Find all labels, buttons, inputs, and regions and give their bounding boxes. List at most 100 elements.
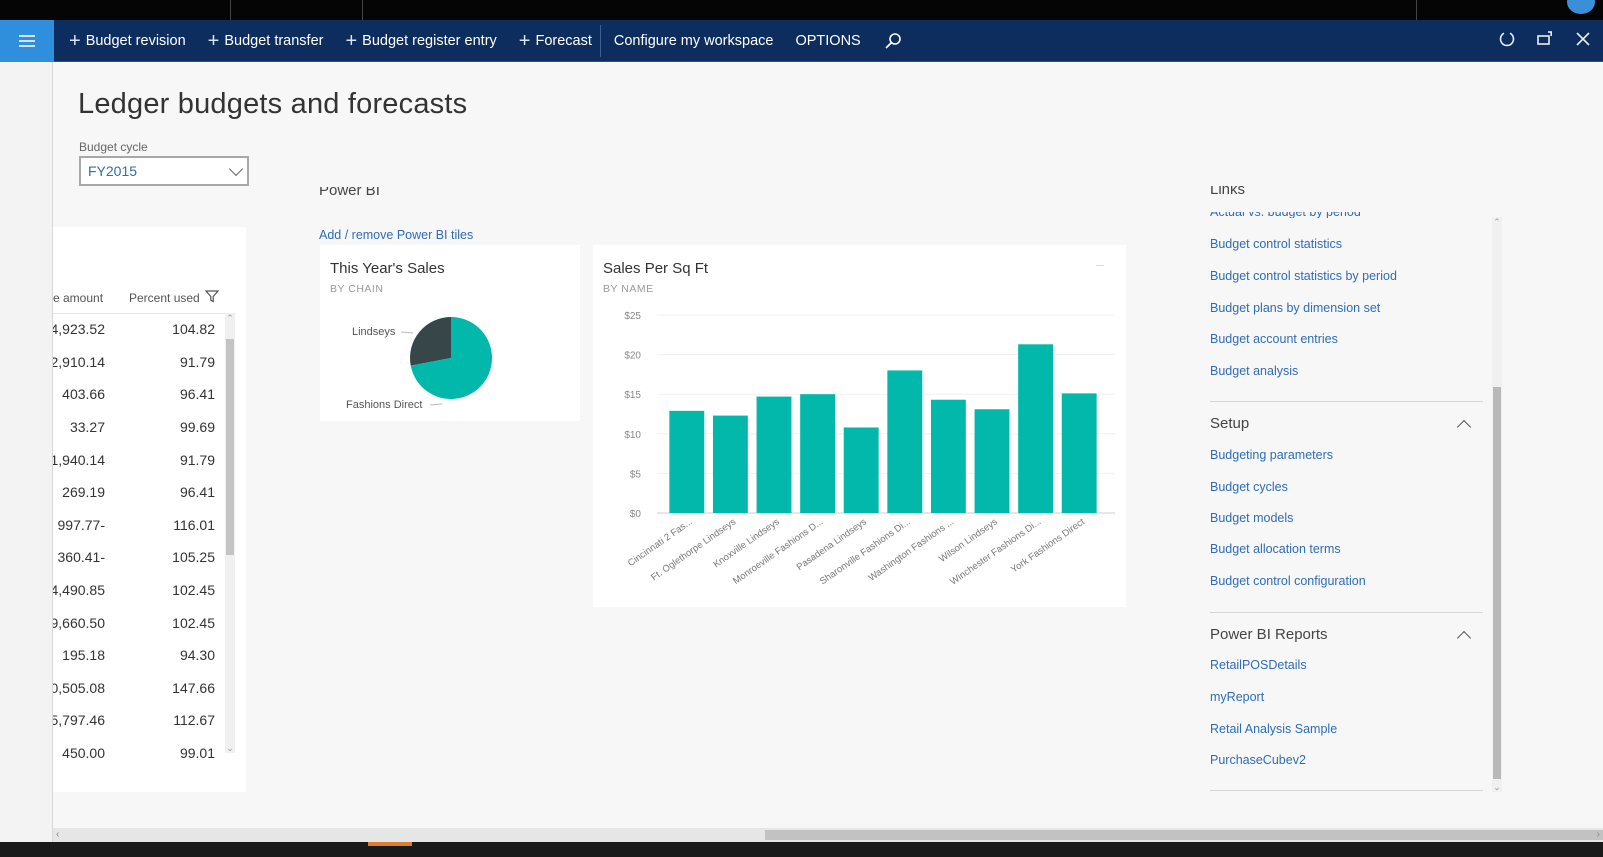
link-myreport[interactable]: myReport: [1210, 690, 1264, 704]
table-row[interactable]: 33.27 99.69: [53, 411, 225, 444]
link-budget-control-configuration[interactable]: Budget control configuration: [1210, 574, 1366, 588]
bar[interactable]: [1061, 393, 1097, 513]
link-purchasecubev2[interactable]: PurchaseCubev2: [1210, 753, 1306, 767]
amount-cell: -997.77: [57, 516, 106, 533]
link-budget-control-statistics-by-period[interactable]: Budget control statistics by period: [1210, 269, 1397, 283]
scroll-down-icon[interactable]: ⌄: [1492, 782, 1502, 792]
link-retail-analysis-sample[interactable]: Retail Analysis Sample: [1210, 722, 1337, 736]
refresh-icon[interactable]: [1497, 30, 1517, 53]
amount-cell: 0,505.08: [53, 679, 105, 696]
link-budget-account-entries[interactable]: Budget account entries: [1210, 332, 1338, 346]
table-row[interactable]: 5,797.46 112.67: [53, 704, 225, 737]
budget-cycle-label: Budget cycle: [79, 140, 148, 154]
percent-used-cell: 102.45: [172, 582, 215, 599]
scrollbar-thumb[interactable]: [1493, 387, 1501, 779]
scroll-up-icon[interactable]: ⌃: [1492, 217, 1502, 227]
bar[interactable]: [974, 409, 1010, 513]
powerbi-tile-this-years-sales[interactable]: This Year's Sales BY CHAIN Lindseys Fashi…: [320, 245, 580, 421]
table-row[interactable]: 9,660.50 102.45: [53, 606, 225, 639]
amount-cell: 5,797.46: [53, 712, 105, 729]
table-row[interactable]: 2,910.14 91.79: [53, 346, 225, 379]
scrollbar-thumb[interactable]: [226, 339, 234, 555]
amount-cell: 269.19: [62, 484, 105, 501]
link-budget-analysis[interactable]: Budget analysis: [1210, 364, 1298, 378]
page-title: Ledger budgets and forecasts: [78, 88, 468, 120]
budget-summary-grid: e amount Percent used 4,923.52 104.82 2,91…: [53, 227, 246, 792]
setup-section-title[interactable]: Setup: [1210, 415, 1249, 432]
scroll-up-icon[interactable]: ⌃: [225, 313, 235, 323]
close-icon[interactable]: [1573, 31, 1593, 52]
bar[interactable]: [756, 396, 792, 513]
percent-used-cell: 112.67: [173, 712, 215, 729]
scroll-down-icon[interactable]: ⌄: [225, 743, 235, 753]
budget-transfer-button[interactable]: + Budget transfer: [197, 20, 335, 62]
percent-used-cell: 94.30: [179, 647, 215, 664]
add-remove-powerbi-tiles-link[interactable]: Add / remove Power BI tiles: [319, 228, 473, 242]
open-new-window-icon[interactable]: [1535, 30, 1555, 53]
link-partial[interactable]: Actual vs. budget by period: [1210, 212, 1361, 218]
powerbi-tile-sales-per-sq-ft[interactable]: Sales Per Sq Ft BY NAME $0 $5 $10 $15 $20 $25…: [593, 245, 1126, 607]
os-top-strip: [0, 0, 1603, 20]
y-tick-label: $20: [624, 351, 641, 362]
section-divider: [1210, 401, 1483, 402]
table-row[interactable]: 4,923.52 104.82: [53, 313, 225, 346]
pie-label: Fashions Direct: [346, 399, 422, 411]
bar[interactable]: [1018, 344, 1054, 513]
budget-register-entry-button[interactable]: + Budget register entry: [334, 20, 507, 62]
link-budget-models[interactable]: Budget models: [1210, 511, 1293, 525]
bar[interactable]: [887, 370, 923, 513]
table-row[interactable]: -360.41 105.25: [53, 541, 225, 574]
workspace-content: Ledger budgets and forecasts Budget cycl…: [53, 62, 1603, 828]
grid-vertical-scrollbar[interactable]: ⌃ ⌄: [225, 313, 235, 753]
bar[interactable]: [712, 415, 748, 513]
user-avatar[interactable]: [1567, 0, 1595, 14]
amount-cell: 450.00: [62, 745, 105, 762]
filter-icon[interactable]: [204, 289, 220, 306]
forecast-button[interactable]: + Forecast: [508, 20, 598, 62]
column-header-amount[interactable]: e amount: [53, 291, 103, 305]
column-header-percent-used[interactable]: Percent used: [129, 291, 200, 305]
link-budget-allocation-terms[interactable]: Budget allocation terms: [1210, 542, 1341, 556]
budget-revision-button[interactable]: + Budget revision: [58, 20, 197, 62]
search-button[interactable]: [872, 20, 914, 62]
amount-cell: 1,940.14: [53, 451, 105, 468]
table-row[interactable]: 450.00 99.01: [53, 737, 225, 770]
navigation-menu-button[interactable]: [0, 19, 54, 62]
table-row[interactable]: 195.18 94.30: [53, 639, 225, 672]
link-retailposdetails[interactable]: RetailPOSDetails: [1210, 658, 1307, 672]
bar[interactable]: [669, 410, 705, 513]
scroll-left-icon[interactable]: ‹: [56, 828, 59, 842]
bar[interactable]: [930, 399, 966, 513]
y-tick-label: $10: [624, 430, 641, 441]
chevron-up-icon[interactable]: [1456, 630, 1472, 646]
table-row[interactable]: -997.77 116.01: [53, 509, 225, 542]
y-tick-label: $0: [630, 509, 642, 520]
table-row[interactable]: 269.19 96.41: [53, 476, 225, 509]
bar[interactable]: [843, 427, 879, 513]
percent-used-cell: 91.79: [179, 451, 215, 468]
table-row[interactable]: 4,490.85 102.45: [53, 574, 225, 607]
scroll-right-icon[interactable]: ›: [1597, 828, 1600, 842]
bar[interactable]: [800, 394, 836, 513]
amount-cell: 4,490.85: [53, 582, 105, 599]
link-budget-cycles[interactable]: Budget cycles: [1210, 480, 1288, 494]
table-row[interactable]: 403.66 96.41: [53, 378, 225, 411]
powerbi-section-heading: Power BI: [319, 187, 380, 199]
budget-cycle-dropdown[interactable]: FY2015: [79, 156, 249, 186]
percent-used-cell: 96.41: [179, 386, 215, 403]
link-budgeting-parameters[interactable]: Budgeting parameters: [1210, 448, 1333, 462]
link-budget-control-statistics[interactable]: Budget control statistics: [1210, 237, 1342, 251]
options-button[interactable]: OPTIONS: [784, 20, 871, 62]
pie-leader-line: [400, 331, 414, 334]
table-row[interactable]: 0,505.08 147.66: [53, 672, 225, 705]
link-budget-plans-by-dimension-set[interactable]: Budget plans by dimension set: [1210, 301, 1380, 315]
plus-icon: +: [69, 29, 81, 52]
table-row[interactable]: 1,940.14 91.79: [53, 443, 225, 476]
chevron-up-icon[interactable]: [1456, 419, 1472, 435]
links-vertical-scrollbar[interactable]: ⌃ ⌄: [1492, 217, 1502, 792]
configure-workspace-button[interactable]: Configure my workspace: [603, 20, 785, 62]
powerbi-reports-section-title[interactable]: Power BI Reports: [1210, 626, 1328, 643]
horizontal-scrollbar[interactable]: ‹ ›: [53, 828, 1603, 842]
scrollbar-thumb[interactable]: [765, 830, 1603, 840]
pie-slice-lindseys[interactable]: [410, 317, 451, 366]
